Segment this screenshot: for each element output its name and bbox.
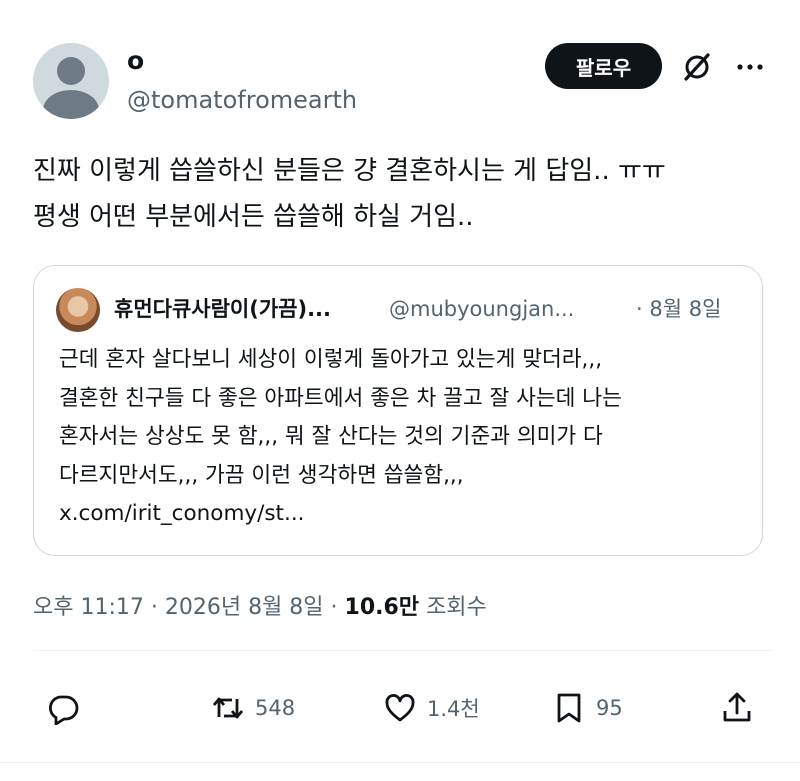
author-display-name[interactable]: o [127, 44, 144, 78]
divider [33, 650, 773, 651]
like-button[interactable]: 1.4천 [383, 688, 480, 728]
retweet-count: 548 [255, 696, 296, 720]
quoted-link[interactable]: x.com/irit_conomy/st... [59, 501, 305, 526]
quoted-text-line: 결혼한 친구들 다 좋은 아파트에서 좋은 차 끌고 잘 사는데 나는 [59, 385, 622, 411]
reply-icon [49, 695, 79, 725]
quoted-author-avatar [56, 288, 100, 332]
tweet-text-line: 진짜 이렇게 씁쓸하신 분들은 걍 결혼하시는 게 답임.. ㅠㅠ [33, 156, 666, 186]
quoted-date: · 8월 8일 [636, 297, 722, 321]
reply-button[interactable] [46, 688, 80, 728]
views-count: 10.6만 [344, 595, 420, 620]
quoted-author-name: 휴먼다큐사람이(가끔)... [114, 297, 332, 321]
share-icon [723, 692, 751, 722]
follow-button[interactable]: 팔로우 [545, 43, 662, 89]
timestamp[interactable]: 오후 11:17 · 2026년 8월 8일 · [33, 595, 338, 620]
quoted-text-line: 근데 혼자 살다보니 세상이 이렇게 돌아가고 있는게 맞더라,,, [59, 347, 603, 372]
tweet: o @tomatofromearth 팔로우 진짜 이렇게 씁쓸하신 분들은 걍… [0, 0, 800, 781]
person-placeholder-icon [57, 57, 85, 85]
bookmark-icon [557, 693, 581, 723]
author-handle[interactable]: @tomatofromearth [127, 84, 357, 116]
views-label: 조회수 [426, 595, 487, 620]
like-icon [385, 694, 415, 722]
quoted-text: 근데 혼자 살다보니 세상이 이렇게 돌아가고 있는게 맞더라,,, 결혼한 친… [59, 341, 749, 534]
retweet-button[interactable]: 548 [211, 688, 295, 728]
quoted-author-handle: @mubyoungjan... [389, 297, 575, 321]
bottom-divider [0, 762, 800, 763]
like-count: 1.4천 [427, 697, 480, 721]
author-avatar[interactable] [33, 43, 109, 119]
retweet-icon [212, 697, 244, 719]
tweet-text-line: 평생 어떤 부분에서든 씁쓸해 하실 거임.. [33, 202, 474, 232]
quoted-tweet[interactable]: 휴먼다큐사람이(가끔)... @mubyoungjan... · 8월 8일 근… [33, 265, 763, 556]
more-icon[interactable] [733, 50, 767, 84]
quoted-text-line: 혼자서는 상상도 못 함,,, 뭐 잘 산다는 것의 기준과 의미가 다 [59, 424, 603, 449]
grok-icon[interactable] [680, 50, 714, 84]
tweet-meta: 오후 11:17 · 2026년 8월 8일 · 10.6만 조회수 [33, 590, 487, 626]
bookmark-button[interactable]: 95 [552, 688, 623, 728]
bookmark-count: 95 [596, 696, 623, 720]
tweet-text: 진짜 이렇게 씁쓸하신 분들은 걍 결혼하시는 게 답임.. ㅠㅠ 평생 어떤 … [33, 148, 773, 240]
quoted-text-line: 다르지만서도,,, 가끔 이런 생각하면 씁쓸함,,, [59, 462, 464, 488]
share-button[interactable] [720, 688, 754, 728]
